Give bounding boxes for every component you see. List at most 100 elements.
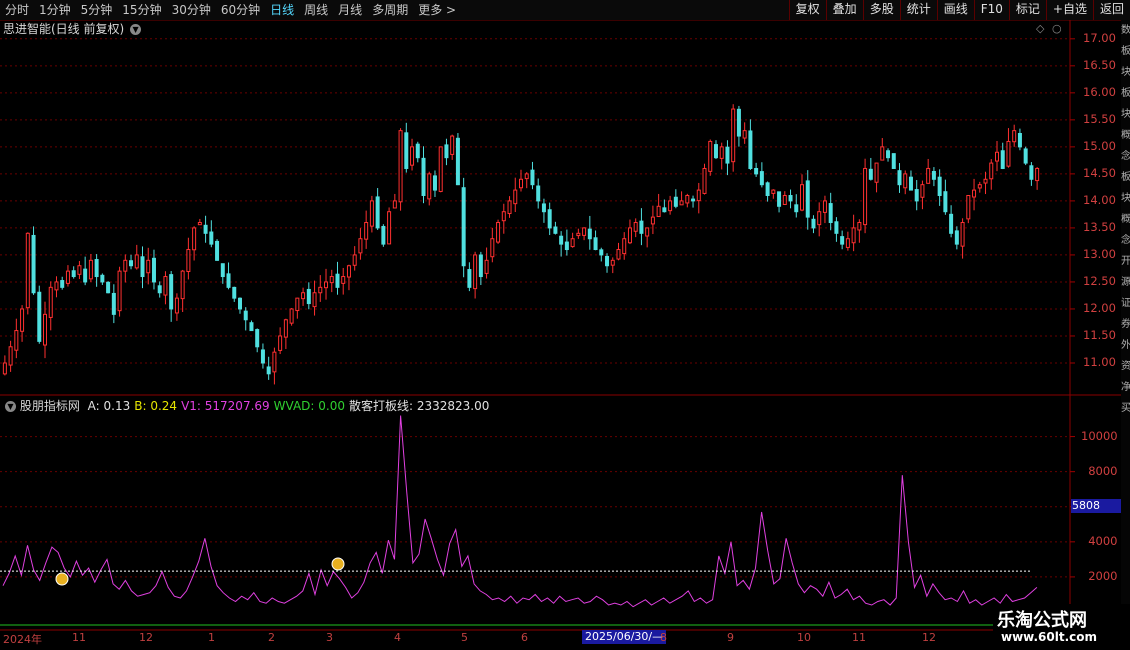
candle-body <box>318 286 323 294</box>
side-strip-char: 开 <box>1121 256 1130 267</box>
chevron-down-icon[interactable]: ▼ <box>130 24 142 35</box>
indicator-v1-line <box>2 415 1038 608</box>
indicator-tick-label: 4000 <box>1088 533 1118 548</box>
indicator-value-3: WVAD: 0.00 <box>273 399 345 413</box>
diamond-icon[interactable]: ◇ <box>1036 22 1044 35</box>
candle-body <box>65 270 70 284</box>
side-info-strip[interactable]: 数板块板块概念板块概念开源证券外资净买 <box>1121 20 1130 630</box>
side-strip-char: 数 <box>1121 25 1130 36</box>
candle-body <box>668 200 673 212</box>
indicator-panel-title[interactable]: ▼ 股朋指标网 A: 0.13 B: 0.24 V1: 517207.69 WVAD:… <box>3 398 489 414</box>
candle-body <box>478 254 483 278</box>
candle-body <box>840 236 845 245</box>
candle-body <box>650 216 655 225</box>
candle-body <box>564 241 569 251</box>
candle-body <box>278 335 283 351</box>
candle-body <box>157 285 162 294</box>
candle-body <box>123 259 128 272</box>
candle-body <box>983 178 988 184</box>
candle-body <box>685 194 690 204</box>
candle-body <box>1029 165 1034 180</box>
candle-body <box>639 220 644 234</box>
candle-body <box>43 313 48 346</box>
main-panel-title[interactable]: 思进智能(日线 前复权) ▼ <box>3 21 142 37</box>
candle-body <box>673 196 678 207</box>
candle-body <box>719 146 724 159</box>
candle-body <box>908 176 913 191</box>
candle-body <box>404 132 409 169</box>
candle-body <box>501 211 506 222</box>
date-tick-label: 10 <box>797 631 811 644</box>
indicator-value-4: 散客打板线: 2332823.00 <box>349 399 490 413</box>
price-tick-label: 13.50 <box>1083 219 1116 234</box>
candle-body <box>226 273 231 288</box>
side-strip-char: 概 <box>1121 214 1130 225</box>
candle-body <box>524 173 529 180</box>
candle-body <box>656 205 661 218</box>
candle-body <box>473 254 478 290</box>
candle-body <box>547 209 552 229</box>
side-strip-char: 块 <box>1121 67 1130 78</box>
candle-body <box>415 143 420 159</box>
indicator-name: 股朋指标网 <box>19 399 80 413</box>
candle-body <box>507 200 512 215</box>
candle-body <box>736 108 741 137</box>
candle-body <box>794 204 799 213</box>
candle-body <box>725 146 730 164</box>
candle-body <box>800 184 805 211</box>
candle-body <box>455 137 460 186</box>
candle-body <box>444 144 449 159</box>
candle-body <box>364 222 369 240</box>
candle-body <box>203 224 208 234</box>
date-tick-label: 12 <box>922 631 936 644</box>
money-bag-icon <box>55 572 69 586</box>
kline-chart-canvas[interactable] <box>0 0 1130 650</box>
candle-body <box>874 162 879 183</box>
candle-body <box>587 228 592 240</box>
candle-body <box>777 191 782 207</box>
candle-body <box>519 178 523 189</box>
side-strip-char: 净 <box>1121 382 1130 393</box>
candle-body <box>1006 140 1011 167</box>
candle-body <box>834 221 839 234</box>
money-bag-icon <box>331 557 345 571</box>
candle-body <box>31 234 36 294</box>
candle-body <box>1000 150 1005 169</box>
candle-body <box>129 260 134 267</box>
candle-body <box>215 240 220 261</box>
candle-body <box>759 171 764 186</box>
candle-body <box>897 170 902 186</box>
chevron-down-icon[interactable]: ▼ <box>5 401 16 412</box>
candle-body <box>209 231 214 245</box>
watermark-title: 乐淘公式网 <box>997 610 1087 631</box>
candle-body <box>295 297 300 312</box>
candle-body <box>272 351 277 373</box>
candle-body <box>398 130 403 203</box>
candle-body <box>627 227 632 244</box>
candle-body <box>346 265 351 278</box>
candle-body <box>48 286 53 318</box>
candle-body <box>822 200 827 213</box>
candle-body <box>599 249 604 256</box>
candle-body <box>438 146 443 192</box>
candle-body <box>94 258 99 278</box>
candle-body <box>496 222 501 243</box>
candle-body <box>14 330 19 351</box>
candle-body <box>467 269 472 288</box>
price-tick-label: 12.00 <box>1083 300 1116 315</box>
circle-icon[interactable]: ○ <box>1052 22 1062 35</box>
candle-body <box>845 238 850 248</box>
side-strip-char: 券 <box>1121 319 1130 330</box>
candle-body <box>392 200 397 209</box>
side-strip-char: 念 <box>1121 151 1130 162</box>
candle-body <box>559 235 564 245</box>
candle-body <box>106 281 111 294</box>
candle-body <box>713 144 718 159</box>
candle-body <box>243 310 248 321</box>
side-strip-char: 念 <box>1121 235 1130 246</box>
candle-body <box>708 140 713 172</box>
candle-body <box>169 274 174 310</box>
candle-body <box>954 230 959 245</box>
candle-body <box>576 232 581 237</box>
candle-body <box>197 222 202 226</box>
